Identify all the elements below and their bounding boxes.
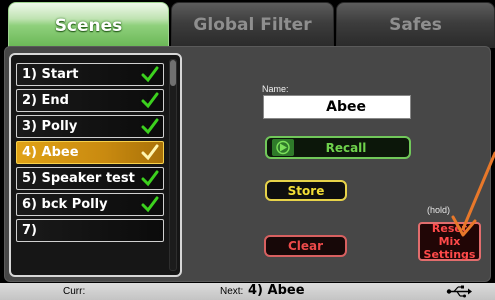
scene-item-3[interactable]: 3) Polly <box>16 115 164 138</box>
recall-button[interactable]: Recall <box>265 136 411 159</box>
current-scene-label: Curr: <box>63 286 86 297</box>
scene-item-7[interactable]: 7) <box>16 219 164 242</box>
usb-icon <box>446 285 472 298</box>
check-icon <box>141 170 159 187</box>
scenes-panel: 1) Start 2) End 3) Polly 4) Abee 5) Spea… <box>4 46 495 282</box>
check-icon <box>141 196 159 213</box>
scene-item-5[interactable]: 5) Speaker test <box>16 167 164 190</box>
annotation-arrow-icon <box>451 151 495 237</box>
tab-safes[interactable]: Safes <box>336 2 495 48</box>
check-icon <box>141 118 159 135</box>
scene-item-1[interactable]: 1) Start <box>16 63 164 86</box>
tab-scenes[interactable]: Scenes <box>8 2 169 48</box>
tab-bar: Scenes Global Filter Safes <box>0 0 495 48</box>
scene-label: 3) Polly <box>22 119 78 134</box>
clear-button[interactable]: Clear <box>264 235 347 257</box>
scene-list: 1) Start 2) End 3) Polly 4) Abee 5) Spea… <box>9 53 182 277</box>
recall-icon <box>272 139 294 156</box>
scene-label: 4) Abee <box>22 145 79 160</box>
scene-item-2[interactable]: 2) End <box>16 89 164 112</box>
scene-item-6[interactable]: 6) bck Polly <box>16 193 164 216</box>
status-bar: Curr: Next: 4) Abee <box>0 283 495 300</box>
name-label: Name: <box>262 84 289 94</box>
next-scene-label: Next: <box>220 286 244 297</box>
scene-label: 7) <box>22 223 37 238</box>
scene-label: 6) bck Polly <box>22 197 108 212</box>
scene-label: 5) Speaker test <box>22 171 135 186</box>
scene-name-field[interactable]: Abee <box>263 95 411 119</box>
recall-label: Recall <box>325 140 367 155</box>
next-scene-value: 4) Abee <box>248 283 305 298</box>
scene-item-4[interactable]: 4) Abee <box>16 141 164 164</box>
check-icon <box>141 144 159 161</box>
check-icon <box>141 66 159 83</box>
scene-label: 1) Start <box>22 67 79 82</box>
check-icon <box>141 92 159 109</box>
store-button[interactable]: Store <box>265 180 347 201</box>
tab-global-filter[interactable]: Global Filter <box>171 2 334 48</box>
scene-label: 2) End <box>22 93 69 108</box>
scrollbar-thumb[interactable] <box>170 60 176 86</box>
scene-list-scrollbar[interactable] <box>169 59 177 271</box>
